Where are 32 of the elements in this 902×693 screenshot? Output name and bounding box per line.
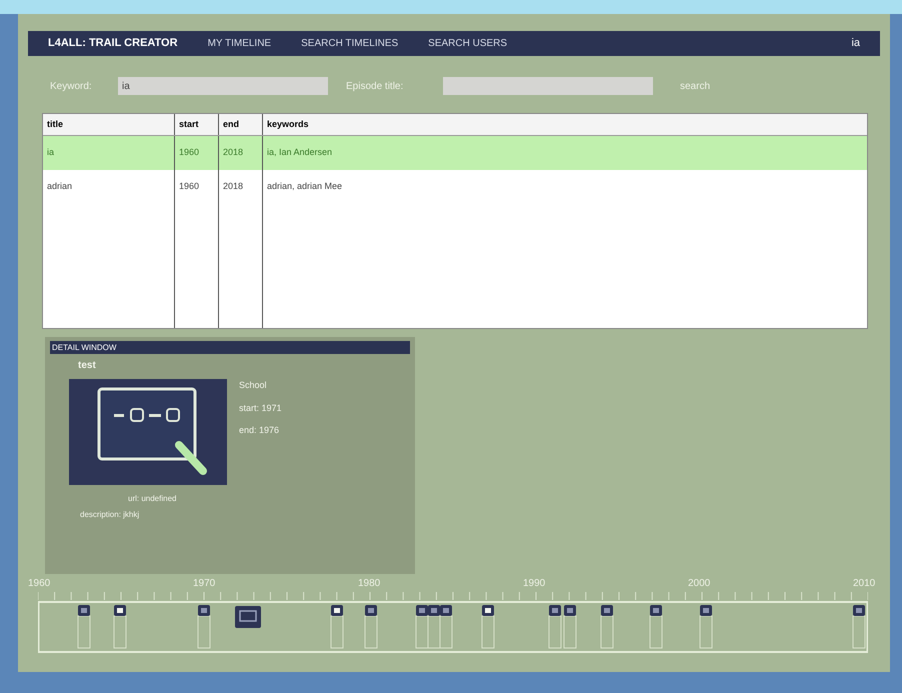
description-text: description: jkhkj xyxy=(80,509,140,521)
start-text: start: 1971 xyxy=(239,402,282,414)
table-cell: 2018 xyxy=(219,170,263,204)
table-row[interactable]: ia 1960 2018 ia, Ian Andersen xyxy=(43,136,867,170)
year-label: 1980 xyxy=(358,577,380,591)
episode-title: test xyxy=(78,359,97,373)
detail-window-header: DETAIL WINDOW xyxy=(50,341,410,354)
table-cell: adrian xyxy=(43,170,175,204)
table-cell-text: ia, Ian Andersen xyxy=(266,146,334,159)
year-label: 1970 xyxy=(193,577,216,591)
episode-title-field[interactable] xyxy=(443,77,653,95)
table-cell: 1960 xyxy=(175,170,219,204)
keyword-label: Keyword: xyxy=(50,80,93,94)
year-label: 2000 xyxy=(688,577,710,591)
year-label: 1960 xyxy=(28,577,50,591)
table-cell-text: adrian, adrian Mee xyxy=(266,180,344,193)
year-label: 1990 xyxy=(523,577,546,591)
keyword-field[interactable]: ia xyxy=(118,77,328,95)
episode-title-label: Episode title: xyxy=(346,80,404,94)
column-header[interactable]: end xyxy=(219,114,263,135)
nav-link[interactable]: SEARCH USERS xyxy=(428,36,508,51)
url-text: url: undefined xyxy=(128,493,178,505)
category-text: School xyxy=(239,379,268,392)
user-name: ia xyxy=(851,36,860,52)
nav-link[interactable]: SEARCH TIMELINES xyxy=(301,36,398,51)
end-text: end: 1976 xyxy=(239,424,280,437)
column-header[interactable]: keywords xyxy=(263,114,867,135)
column-header[interactable]: start xyxy=(175,114,219,135)
year-label: 2010 xyxy=(853,577,876,591)
column-header[interactable]: title xyxy=(43,114,175,135)
app-title: L4ALL: TRAIL CREATOR xyxy=(48,36,178,52)
nav-link[interactable]: MY TIMELINE xyxy=(208,36,272,51)
